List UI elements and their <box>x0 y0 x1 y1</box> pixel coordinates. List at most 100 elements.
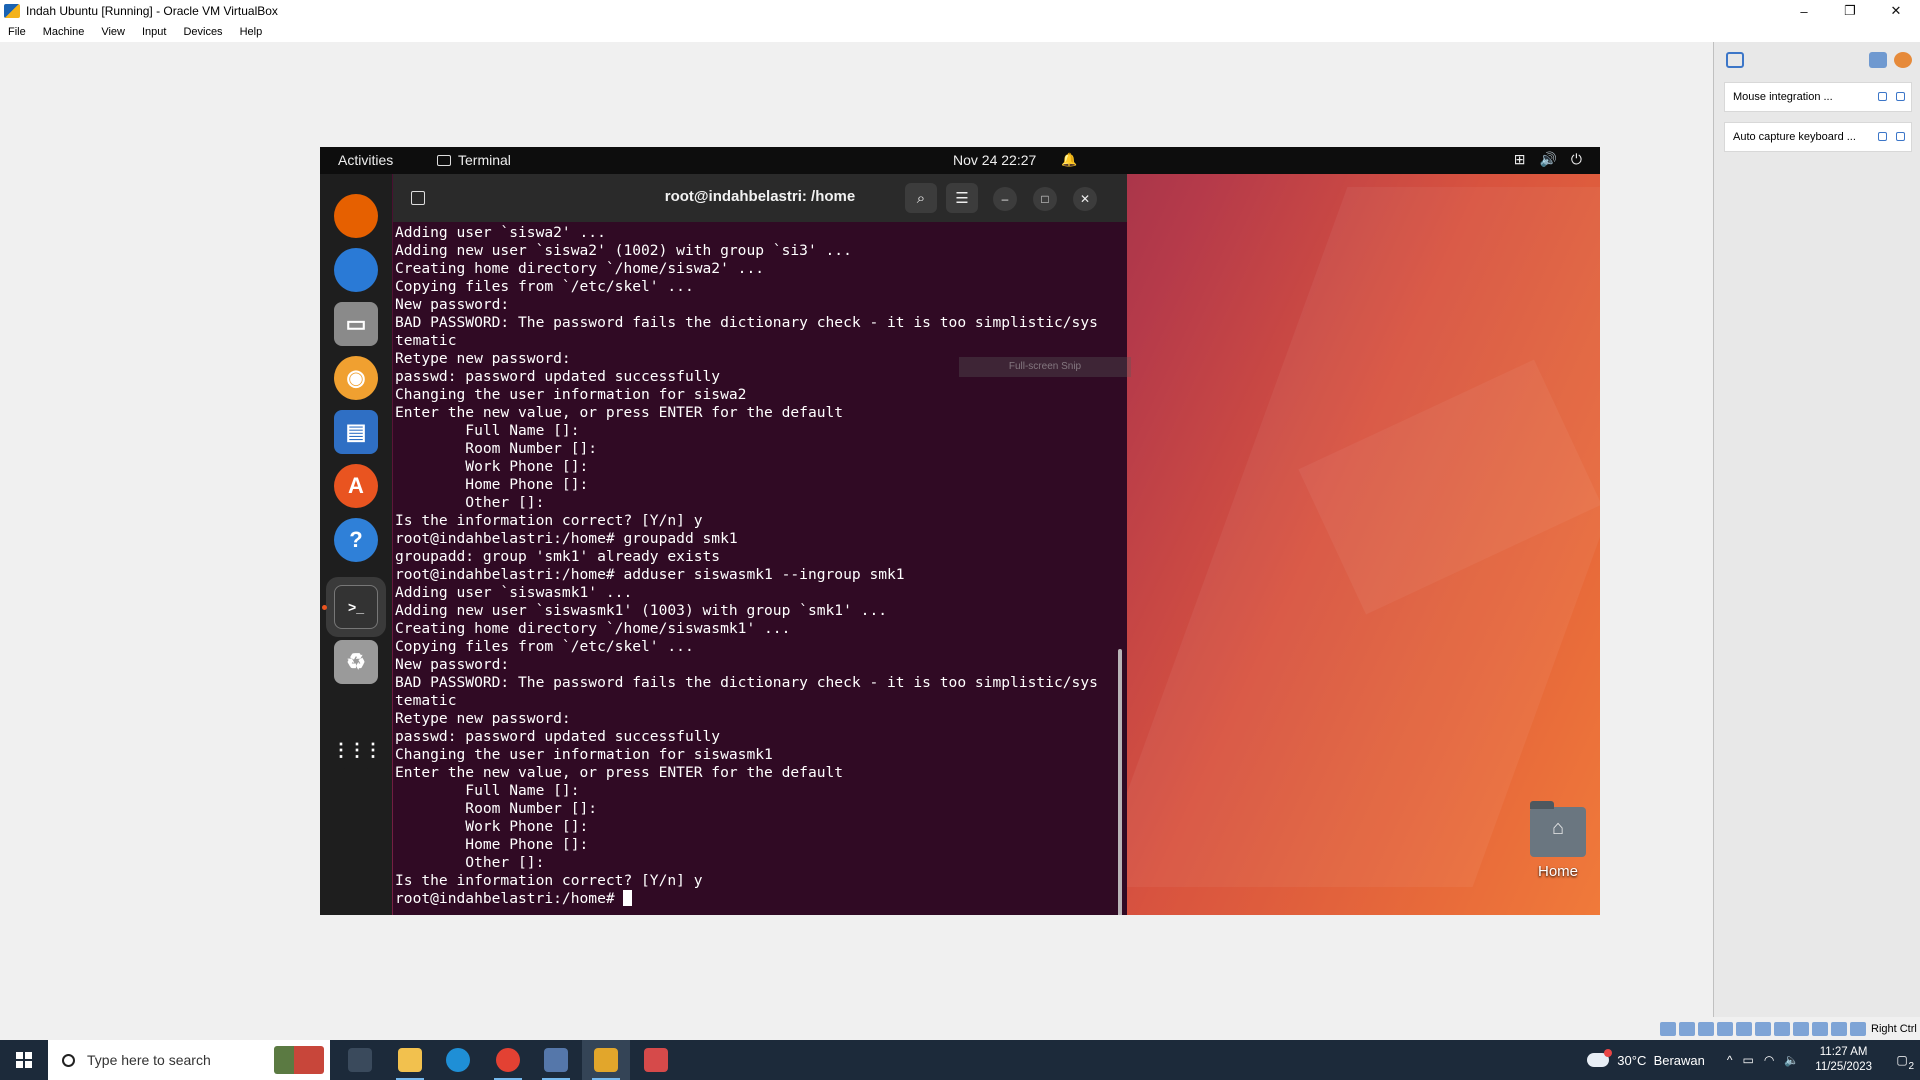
display-status-icon[interactable] <box>1774 1022 1790 1036</box>
do-not-show-icon[interactable] <box>1878 92 1887 101</box>
menu-devices[interactable]: Devices <box>183 26 222 38</box>
trash-icon: ♻ <box>334 640 378 684</box>
network-status-icon[interactable] <box>1717 1022 1733 1036</box>
optical-drive-status-icon[interactable] <box>1679 1022 1695 1036</box>
dock-item-help[interactable]: ? <box>326 510 386 570</box>
menu-file[interactable]: File <box>8 26 26 38</box>
do-not-show-icon[interactable] <box>1878 132 1887 141</box>
guest-screen[interactable]: Activities Terminal Nov 24 22:27 🔔 ⊞ 🔊 ⏻… <box>320 147 1600 915</box>
terminal-line: New password: <box>395 296 510 313</box>
search-button[interactable]: ⌕ <box>905 183 937 213</box>
vbox-panel-toolbar <box>1714 42 1920 78</box>
clock[interactable]: 11:27 AM 11/25/2023 <box>1815 1045 1872 1075</box>
terminal-line: Retype new password: <box>395 710 571 727</box>
snipping-tool-icon <box>644 1048 668 1072</box>
wifi-icon[interactable]: ◠ <box>1764 1053 1774 1067</box>
cpu-status-icon[interactable] <box>1812 1022 1828 1036</box>
recording-status-icon[interactable] <box>1793 1022 1809 1036</box>
menu-input[interactable]: Input <box>142 26 166 38</box>
dock-item-firefox[interactable] <box>326 186 386 246</box>
host-titlebar: Indah Ubuntu [Running] - Oracle VM Virtu… <box>0 0 1920 22</box>
audio-status-icon[interactable] <box>1698 1022 1714 1036</box>
dock-item-files[interactable]: ▭ <box>326 294 386 354</box>
terminal-scrollbar[interactable] <box>1118 649 1122 915</box>
dock-item-terminal[interactable]: >_ <box>326 577 386 637</box>
writer-icon: ▤ <box>334 410 378 454</box>
minimize-button[interactable]: – <box>1781 0 1827 22</box>
terminal-minimize-button[interactable]: – <box>993 187 1017 211</box>
notification-count: 2 <box>1908 1061 1914 1072</box>
dock-item-show-apps[interactable]: ⋮⋮⋮ <box>326 720 386 780</box>
notification-mouse-integration[interactable]: Mouse integration ... <box>1724 82 1912 112</box>
terminal-prompt: root@indahbelastri:/home# <box>395 890 624 907</box>
weather-condition: Berawan <box>1653 1052 1705 1068</box>
taskbar-edge[interactable] <box>434 1040 482 1080</box>
virtualbox-vm-icon <box>594 1048 618 1072</box>
dismiss-icon[interactable] <box>1896 132 1905 141</box>
taskbar-virtualbox[interactable] <box>532 1040 580 1080</box>
notification-center-button[interactable]: ▢ 2 <box>1884 1040 1920 1080</box>
activities-button[interactable]: Activities <box>338 152 393 168</box>
terminal-line: Is the information correct? [Y/n] y <box>395 512 703 529</box>
toggle-panel-icon[interactable] <box>1869 52 1887 68</box>
taskbar-snipping-tool[interactable] <box>632 1040 680 1080</box>
notification-auto-capture[interactable]: Auto capture keyboard ... <box>1724 122 1912 152</box>
virtualbox-icon <box>544 1048 568 1072</box>
harddisk-status-icon[interactable] <box>1660 1022 1676 1036</box>
dismiss-icon[interactable] <box>1896 92 1905 101</box>
taskbar-chrome[interactable] <box>484 1040 532 1080</box>
mouse-status-icon[interactable] <box>1831 1022 1847 1036</box>
terminal-line: Creating home directory `/home/siswa2' .… <box>395 260 765 277</box>
dock-item-writer[interactable]: ▤ <box>326 402 386 462</box>
terminal-close-button[interactable]: ✕ <box>1073 187 1097 211</box>
notification-text: Mouse integration ... <box>1733 91 1833 103</box>
dock-item-trash[interactable]: ♻ <box>326 632 386 692</box>
terminal-line: Changing the user information for siswas… <box>395 746 773 763</box>
text-cursor <box>623 890 633 906</box>
terminal-line: New password: <box>395 656 510 673</box>
terminal-window[interactable]: root@indahbelastri: /home ⌕ ☰ – □ ✕ Addi… <box>393 174 1131 915</box>
close-button[interactable]: ✕ <box>1873 0 1919 22</box>
dock-item-rhythmbox[interactable]: ◉ <box>326 348 386 408</box>
hamburger-menu-button[interactable]: ☰ <box>946 183 978 213</box>
app-center-icon: A <box>334 464 378 508</box>
taskbar-virtualbox-vm[interactable] <box>582 1040 630 1080</box>
terminal-line: root@indahbelastri:/home# groupadd smk1 <box>395 530 738 547</box>
edge-icon <box>446 1048 470 1072</box>
shared-folders-status-icon[interactable] <box>1755 1022 1771 1036</box>
restore-button[interactable]: ❐ <box>1827 0 1873 22</box>
desktop-home-icon[interactable]: ⌂ Home <box>1518 801 1598 880</box>
menu-view[interactable]: View <box>101 26 125 38</box>
minimize-icon: – <box>1001 192 1009 206</box>
clock[interactable]: Nov 24 22:27 <box>953 152 1036 168</box>
start-button[interactable] <box>0 1040 48 1080</box>
dock-item-thunderbird[interactable] <box>326 240 386 300</box>
chevron-up-icon[interactable]: ^ <box>1727 1053 1733 1067</box>
taskbar-task-view[interactable] <box>336 1040 384 1080</box>
weather-widget[interactable]: 30°C Berawan <box>1587 1049 1705 1068</box>
terminal-prompt-line[interactable]: root@indahbelastri:/home# <box>395 890 1105 908</box>
taskbar-search[interactable]: Type here to search <box>48 1040 330 1080</box>
terminal-output[interactable]: Adding user `siswa2' ... Adding new user … <box>395 222 1105 915</box>
rhythmbox-icon: ◉ <box>334 356 378 400</box>
menu-help[interactable]: Help <box>240 26 263 38</box>
task-view-icon <box>348 1048 372 1072</box>
taskbar-file-explorer[interactable] <box>386 1040 434 1080</box>
system-tray[interactable]: ⊞ 🔊 ⏻ <box>1514 151 1582 168</box>
clear-all-icon[interactable] <box>1894 52 1912 68</box>
app-menu-terminal[interactable]: Terminal <box>437 152 511 168</box>
usb-status-icon[interactable] <box>1736 1022 1752 1036</box>
display-icon[interactable]: ▭ <box>1743 1053 1754 1067</box>
speaker-icon[interactable]: 🔈 <box>1784 1053 1799 1067</box>
menu-machine[interactable]: Machine <box>43 26 85 38</box>
notification-center-icon[interactable] <box>1726 52 1744 68</box>
terminal-maximize-button[interactable]: □ <box>1033 187 1057 211</box>
close-icon: ✕ <box>1079 192 1091 206</box>
virtualbox-app-icon <box>4 4 20 18</box>
thunderbird-icon <box>334 248 378 292</box>
dock-item-app-center[interactable]: A <box>326 456 386 516</box>
maximize-icon: □ <box>1041 192 1049 206</box>
keyboard-status-icon[interactable] <box>1850 1022 1866 1036</box>
terminal-line: Adding new user `siswasmk1' (1003) with … <box>395 602 888 619</box>
terminal-headerbar: root@indahbelastri: /home ⌕ ☰ – □ ✕ <box>393 174 1127 222</box>
